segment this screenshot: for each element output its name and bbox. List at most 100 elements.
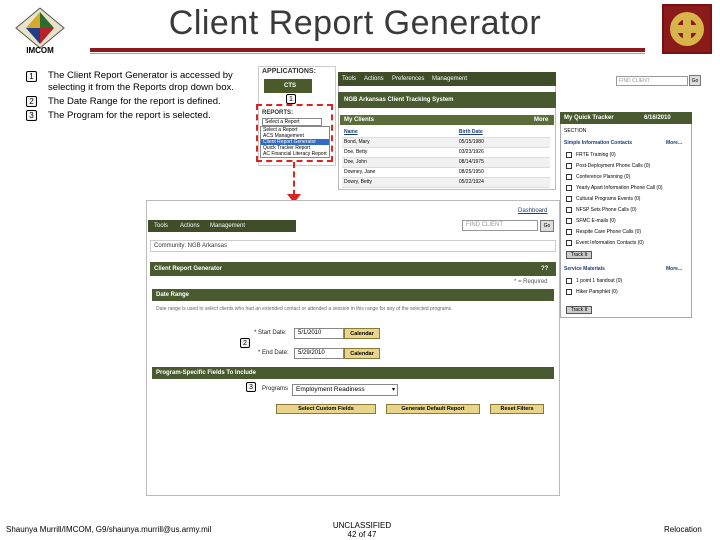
list-item[interactable]: Conference Planning (0) bbox=[566, 172, 688, 183]
marker-2: 2 bbox=[240, 338, 250, 348]
cts-app-button[interactable]: CTS bbox=[264, 79, 312, 93]
client-birthdate: 08/25/1950 bbox=[456, 167, 550, 178]
page-title: Client Report Generator bbox=[168, 4, 542, 42]
applications-title: APPLICATIONS: bbox=[262, 68, 316, 75]
checkbox[interactable] bbox=[566, 173, 572, 180]
list-item[interactable]: NFSP Sets Phone Calls (0) bbox=[566, 205, 688, 216]
program-fields-header: Program-Specific Fields To Include bbox=[152, 367, 554, 379]
quick-tracker-date: 6/16/2010 bbox=[644, 115, 671, 121]
list-item[interactable]: Event Information Contacts (0) bbox=[566, 238, 688, 249]
client-name[interactable]: Downey, Jane bbox=[342, 167, 457, 178]
track-it-button[interactable]: Track It bbox=[566, 251, 592, 259]
list-item[interactable]: Respite Care Phone Calls (0) bbox=[566, 227, 688, 238]
checkbox[interactable] bbox=[566, 239, 572, 246]
footer-classification: UNCLASSIFIED 42 of 47 bbox=[320, 521, 404, 539]
generate-default-report-button[interactable]: Generate Default Report bbox=[386, 404, 480, 414]
list-item[interactable]: Post-Deployment Phone Calls (0) bbox=[566, 161, 688, 172]
date-range-header: Date Range bbox=[152, 289, 554, 301]
checkbox[interactable] bbox=[566, 195, 572, 202]
table-row[interactable]: Doe, John 08/14/1975 bbox=[342, 157, 550, 168]
checkbox[interactable] bbox=[566, 151, 572, 158]
checkbox[interactable] bbox=[566, 184, 572, 191]
marker-1: 1 bbox=[286, 94, 296, 104]
column-header-birthdate[interactable]: Birth Date bbox=[456, 127, 550, 138]
checkbox[interactable] bbox=[566, 277, 572, 284]
date-range-description: Date range is used to select clients who… bbox=[156, 306, 453, 312]
client-name[interactable]: Doe, John bbox=[342, 157, 457, 168]
checkbox[interactable] bbox=[566, 162, 572, 169]
service-materials-list: 1 point 1 handout (0) Hiker Pamphlet (0) bbox=[566, 276, 688, 298]
client-birthdate: 05/15/1980 bbox=[456, 137, 550, 148]
dashboard-link[interactable]: Dashboard bbox=[518, 208, 547, 214]
generator-title-bar: Client Report Generator bbox=[150, 262, 556, 276]
dashed-arrow-line bbox=[293, 162, 295, 196]
start-date-label: * Start Date: bbox=[254, 330, 287, 336]
client-birthdate: 05/22/1924 bbox=[456, 177, 550, 188]
service-materials-more-link[interactable]: More... bbox=[666, 266, 682, 272]
checkbox[interactable] bbox=[566, 288, 572, 295]
go-button[interactable]: Go bbox=[689, 75, 701, 86]
reset-filters-button[interactable]: Reset Filters bbox=[490, 404, 544, 414]
list-item[interactable]: SFMC E-mails (0) bbox=[566, 216, 688, 227]
simple-contacts-more-link[interactable]: More... bbox=[666, 140, 682, 146]
checkbox[interactable] bbox=[566, 217, 572, 224]
step-number-2: 2 bbox=[26, 96, 37, 107]
quick-tracker-list: FRTE Training (0) Post-Deployment Phone … bbox=[566, 150, 688, 249]
required-note: * = Required bbox=[514, 279, 548, 285]
programs-select[interactable]: Employment Readiness ▾ bbox=[292, 384, 398, 396]
end-date-label: * End Date: bbox=[258, 350, 289, 356]
start-date-input[interactable]: 5/1/2010 bbox=[294, 328, 344, 339]
table-row[interactable]: Bond, Mary 05/15/1980 bbox=[342, 137, 550, 148]
simple-contacts-heading: Simple Information Contacts bbox=[564, 140, 633, 146]
section-label: SECTION bbox=[564, 128, 587, 134]
help-icon[interactable]: ?? bbox=[541, 262, 548, 276]
community-label: Community: NGB Arkansas bbox=[150, 240, 556, 252]
find-client-input[interactable]: FIND CLIENT bbox=[616, 76, 688, 86]
go-button[interactable]: Go bbox=[540, 220, 554, 232]
table-row[interactable]: Doe, Betty 03/23/1926 bbox=[342, 147, 550, 158]
select-custom-fields-button[interactable]: Select Custom Fields bbox=[276, 404, 376, 414]
find-client-input[interactable]: FIND CLIENT bbox=[462, 220, 538, 231]
list-item[interactable]: Hiker Pamphlet (0) bbox=[566, 287, 688, 298]
my-clients-title: My Clients bbox=[344, 117, 375, 123]
list-item[interactable]: Cultural Programs Events (0) bbox=[566, 194, 688, 205]
client-name[interactable]: Bond, Mary bbox=[342, 137, 457, 148]
top-nav-bar: Tools Actions Preferences Management bbox=[338, 72, 556, 86]
checkbox[interactable] bbox=[566, 206, 572, 213]
column-header-name[interactable]: Name bbox=[342, 127, 457, 138]
client-name[interactable]: Dowry, Betty bbox=[342, 177, 457, 188]
table-row[interactable]: Dowry, Betty 05/22/1924 bbox=[342, 177, 550, 188]
title-divider-accent bbox=[90, 53, 645, 54]
nav-preferences[interactable]: Preferences bbox=[392, 72, 424, 86]
army-insignia-icon bbox=[662, 4, 712, 54]
imcom-logo-label: IMCOM bbox=[26, 46, 54, 55]
list-item[interactable]: 1 point 1 handout (0) bbox=[566, 276, 688, 287]
nav-tools[interactable]: Tools bbox=[342, 72, 356, 86]
programs-selected-value: Employment Readiness bbox=[296, 386, 365, 393]
chevron-down-icon: ▾ bbox=[391, 387, 395, 393]
nav-management[interactable]: Management bbox=[210, 220, 245, 232]
nav-tools[interactable]: Tools bbox=[154, 220, 168, 232]
end-date-input[interactable]: 5/29/2010 bbox=[294, 348, 344, 359]
list-item[interactable]: FRTE Training (0) bbox=[566, 150, 688, 161]
my-clients-more-link[interactable]: More bbox=[534, 115, 548, 125]
step-number-3: 3 bbox=[26, 110, 37, 121]
table-row[interactable]: Downey, Jane 08/25/1950 bbox=[342, 167, 550, 178]
start-calendar-button[interactable]: Calendar bbox=[344, 328, 380, 339]
nav-actions[interactable]: Actions bbox=[364, 72, 384, 86]
quick-tracker-title: My Quick Tracker bbox=[560, 112, 692, 124]
list-item[interactable]: Yearly Apart Information Phone Call (0) bbox=[566, 183, 688, 194]
end-calendar-button[interactable]: Calendar bbox=[344, 348, 380, 359]
client-name[interactable]: Doe, Betty bbox=[342, 147, 457, 158]
checkbox[interactable] bbox=[566, 228, 572, 235]
client-birthdate: 08/14/1975 bbox=[456, 157, 550, 168]
footer-section: Relocation bbox=[664, 525, 702, 534]
nav-actions[interactable]: Actions bbox=[180, 220, 200, 232]
marker-3: 3 bbox=[246, 382, 256, 392]
nav-management[interactable]: Management bbox=[432, 72, 467, 86]
service-materials-heading: Service Materials bbox=[564, 266, 605, 272]
programs-label: Programs bbox=[262, 386, 289, 392]
track-it-button-2[interactable]: Track It bbox=[566, 306, 592, 314]
highlight-reports-box bbox=[256, 104, 333, 162]
page-number: 42 of 47 bbox=[347, 530, 377, 539]
